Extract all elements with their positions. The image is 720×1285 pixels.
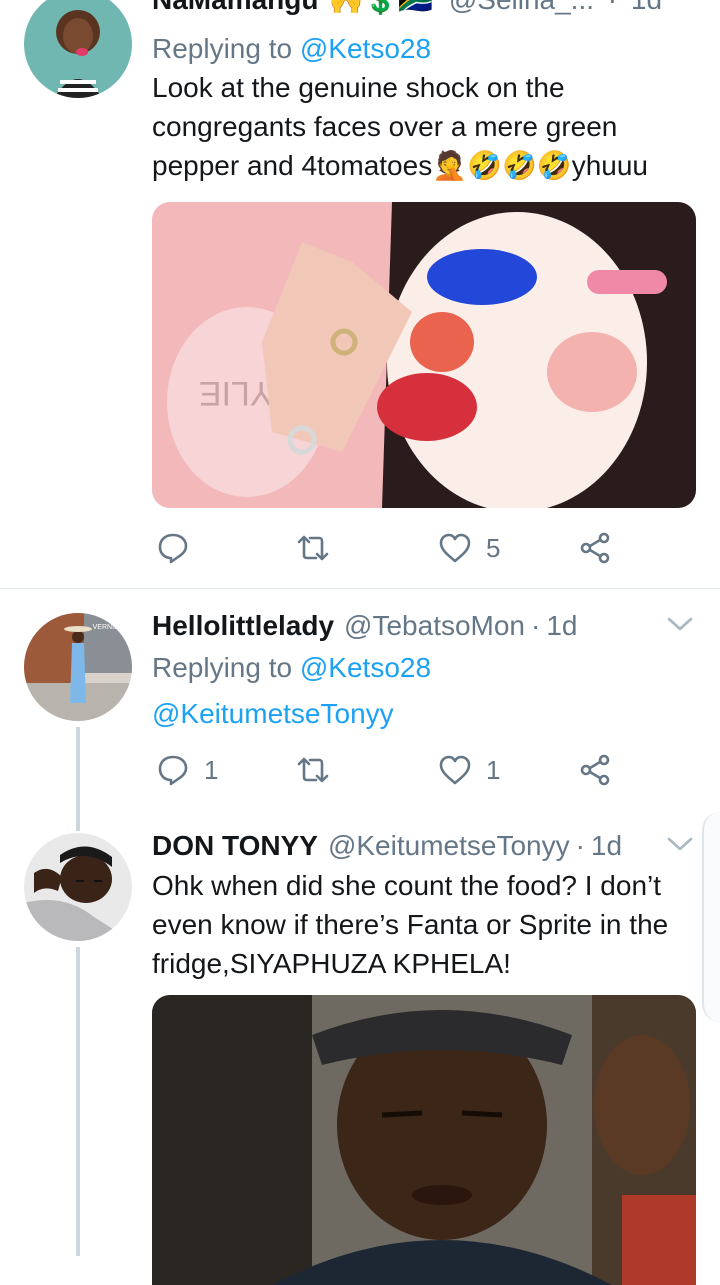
retweet-button[interactable]	[296, 528, 344, 568]
display-name[interactable]: DON TONYY	[152, 830, 318, 861]
separator-dot: ·	[608, 0, 617, 15]
share-icon	[580, 532, 610, 564]
name-emojis: 🙌💲🇿🇦	[328, 0, 433, 15]
timestamp[interactable]: 1d	[546, 610, 577, 641]
heart-icon	[439, 533, 471, 563]
reply-button[interactable]	[156, 528, 204, 568]
reply-count: 1	[204, 754, 219, 785]
reply-icon	[158, 755, 188, 786]
separator-dot: ·	[575, 830, 585, 861]
timestamp[interactable]: 1d	[631, 0, 662, 15]
heart-icon	[439, 755, 471, 785]
timestamp[interactable]: 1d	[591, 830, 622, 861]
replying-to: Replying to @Ketso28	[152, 648, 696, 688]
tweet-don-tonyy[interactable]: DON TONYY @KeitumetseTonyy · 1d Ohk when di…	[0, 809, 720, 1285]
tweet-media-image[interactable]	[152, 995, 696, 1285]
scrollbar[interactable]	[702, 812, 720, 1022]
user-handle[interactable]: @KeitumetseTonyy	[328, 830, 570, 861]
tweet-actions: 1 1	[152, 750, 696, 790]
laugh-emoji: 🤣	[501, 150, 537, 181]
share-button[interactable]	[578, 750, 612, 790]
like-button[interactable]: 1	[438, 750, 500, 790]
avatar-image-text: VERNISA	[93, 624, 124, 631]
retweet-button[interactable]	[296, 750, 344, 790]
reply-icon	[158, 533, 188, 564]
reply-button[interactable]: 1	[156, 750, 218, 790]
tweet-header: NaMamangu 🙌💲🇿🇦 @Selina_... · 1d	[152, 0, 696, 18]
thread-connector	[76, 727, 80, 809]
tweet-text: Look at the genuine shock on the congreg…	[152, 68, 696, 185]
replying-to: Replying to @Ketso28	[152, 29, 696, 69]
avatar[interactable]	[24, 0, 132, 98]
avatar[interactable]: VERNISA	[24, 613, 132, 721]
laugh-emoji: 🤣	[467, 150, 502, 181]
tweet-text-mention[interactable]: @KeitumetseTonyy	[152, 694, 696, 734]
display-name[interactable]: Hellolittlelady	[152, 610, 334, 641]
user-handle[interactable]: @Selina_...	[449, 0, 594, 15]
facepalm-emoji: 🤦	[432, 150, 468, 181]
retweet-icon	[297, 535, 329, 561]
share-button[interactable]	[578, 528, 612, 568]
replying-label: Replying to	[152, 33, 293, 64]
replying-label: Replying to	[152, 652, 293, 683]
tweet-header: DON TONYY @KeitumetseTonyy · 1d	[152, 828, 696, 864]
user-handle[interactable]: @TebatsoMon	[344, 610, 525, 641]
tweet-hellolittlelady[interactable]: VERNISA Hellolittlelady @TebatsoMon · 1d Re…	[0, 589, 720, 809]
chevron-down-icon[interactable]	[666, 614, 694, 634]
laugh-emoji: 🤣	[536, 150, 572, 181]
tweet-namamangu[interactable]: NaMamangu 🙌💲🇿🇦 @Selina_... · 1d Replying …	[0, 0, 720, 588]
share-icon	[580, 754, 610, 786]
like-count: 5	[486, 532, 501, 563]
like-count: 1	[486, 754, 501, 785]
reply-mention[interactable]: @Ketso28	[300, 33, 431, 64]
reply-mention[interactable]: @Ketso28	[300, 652, 431, 683]
display-name[interactable]: NaMamangu	[152, 0, 318, 15]
tweet-text-suffix: yhuuu	[571, 150, 649, 181]
thread-connector	[76, 947, 80, 1256]
like-button[interactable]: 5	[438, 528, 500, 568]
separator-dot: ·	[531, 610, 541, 641]
tweet-text: Ohk when did she count the food? I don’t…	[152, 870, 669, 979]
avatar[interactable]	[24, 833, 132, 941]
chevron-down-icon[interactable]	[666, 834, 694, 854]
thread-connector	[76, 809, 80, 831]
tweet-media-image[interactable]: KYLIE	[152, 202, 696, 508]
tweet-header: Hellolittlelady @TebatsoMon · 1d	[152, 608, 696, 644]
retweet-icon	[297, 757, 329, 783]
tweet-actions: 5	[152, 528, 696, 568]
